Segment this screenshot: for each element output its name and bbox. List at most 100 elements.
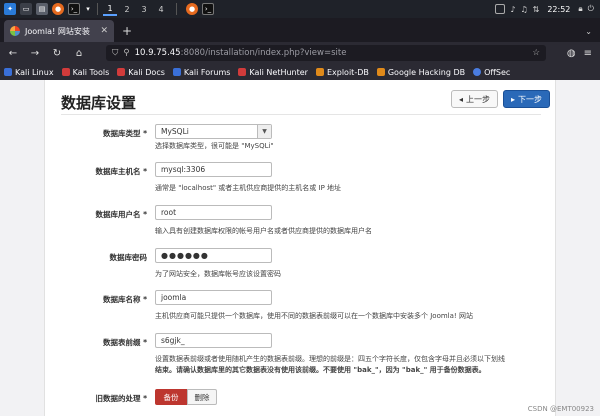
workspace-2[interactable]: 2	[120, 2, 134, 16]
db-password-input[interactable]: ●●●●●●	[155, 248, 272, 263]
bookmark-kali-nethunter[interactable]: Kali NetHunter	[238, 68, 308, 77]
db-name-label: 数据库名称 *	[102, 295, 147, 304]
kali-menu-icon[interactable]: ✦	[4, 3, 16, 15]
bookmark-label: OffSec	[484, 67, 511, 77]
bookmark-kali-docs[interactable]: Kali Docs	[117, 68, 165, 77]
new-tab-icon[interactable]: +	[122, 24, 132, 38]
db-name-input[interactable]: joomla	[155, 290, 272, 305]
files-icon[interactable]: ▤	[36, 3, 48, 15]
old-data-label: 旧数据的处理 *	[95, 394, 147, 403]
bookmark-google-hacking-db[interactable]: Google Hacking DB	[376, 67, 466, 77]
power-icon[interactable]: ⏻	[588, 4, 594, 14]
watermark: CSDN @EMT00923	[527, 405, 594, 413]
backup-button[interactable]: 备份	[155, 389, 187, 405]
tab-list-chevron-icon[interactable]: ⌄	[585, 27, 592, 36]
installer-panel: 数据库设置 ◂ 上一步 ▸ 下一步 数据库类型 * MySQLi ▼ 选择数据库…	[44, 80, 556, 416]
desktop-icon[interactable]: ▭	[20, 3, 32, 15]
kali-linux-icon	[4, 68, 12, 76]
db-prefix-label: 数据表前缀 *	[102, 338, 147, 347]
menu-icon[interactable]: ≡	[584, 48, 592, 59]
back-arrow-icon[interactable]: ←	[4, 48, 22, 59]
db-type-help: 选择数据库类型，很可能是 "MySQLi"	[155, 142, 274, 150]
bookmark-star-icon[interactable]: ☆	[532, 48, 540, 58]
terminal-window-icon[interactable]: ›_	[202, 3, 214, 15]
bookmark-offsec[interactable]: OffSec	[473, 68, 510, 77]
terminal-icon[interactable]: ›_	[68, 3, 80, 15]
os-taskbar: ✦ ▭ ▤ ● ›_ ▾ 1 2 3 4 ● ›_ ♪ ♫ ⇅ 22:52 🔒︎…	[0, 0, 600, 18]
exploit-db-icon	[315, 68, 324, 76]
bookmark-label: Kali Tools	[72, 67, 110, 77]
forward-arrow-icon[interactable]: →	[26, 48, 44, 59]
db-host-input[interactable]: mysql:3306	[155, 162, 272, 177]
db-prefix-input[interactable]: s6gjk_	[155, 333, 272, 348]
tab-title: Joomla! 网站安装	[25, 26, 90, 36]
chevron-down-icon: ▼	[257, 125, 271, 138]
lock-icon[interactable]: 🔒︎	[578, 4, 582, 14]
kali-forums-icon	[172, 68, 181, 76]
kali-docs-icon	[117, 68, 126, 76]
firefox-icon[interactable]: ●	[52, 3, 64, 15]
db-prefix-help-line-1: 设置数据表前缀或者使用随机产生的数据表前缀。理想的前缀是：四五个字符长度，仅包含…	[155, 355, 505, 363]
workspace-1[interactable]: 1	[103, 2, 117, 16]
bookmark-kali-forums[interactable]: Kali Forums	[172, 67, 231, 77]
bookmark-label: Google Hacking DB	[387, 67, 466, 77]
db-host-label: 数据库主机名 *	[95, 167, 147, 176]
db-name-help: 主机供应商可能只提供一个数据库，使用不同的数据表前缀可以在一个数据库中安装多个 …	[155, 312, 473, 320]
workspace-3[interactable]: 3	[137, 2, 151, 16]
browser-nav-bar: ← → ↻ ⌂ ⛉ ⚲ 10.9.75.45 :8080/installatio…	[0, 42, 600, 64]
notification-icon[interactable]: ♫	[520, 5, 527, 14]
bookmark-label: Exploit-DB	[326, 67, 369, 77]
db-user-help: 输入具有创建数据库权限的帐号用户名或者供应商提供的数据库用户名	[155, 227, 372, 235]
bookmark-label: Kali Forums	[183, 67, 231, 77]
nav-right-tools: ◍ ≡	[567, 48, 600, 59]
db-host-value: mysql:3306	[161, 165, 206, 174]
kali-tools-icon	[61, 68, 70, 76]
system-tray: ♪ ♫ ⇅ 22:52 🔒︎ ⏻	[495, 4, 600, 14]
db-prefix-value: s6gjk_	[161, 336, 185, 345]
tab-joomla-install[interactable]: Joomla! 网站安装 ✕	[4, 20, 114, 42]
db-password-label: 数据库密码	[109, 253, 148, 262]
db-password-value: ●●●●●●	[161, 251, 209, 260]
page-info-icon[interactable]: ⚲	[123, 48, 129, 58]
db-password-help: 为了网站安全，数据库帐号应该设置密码	[155, 270, 281, 278]
bookmarks-bar: Kali Linux Kali Tools Kali Docs Kali For…	[0, 64, 600, 80]
arrow-left-icon: ◂	[459, 94, 464, 104]
bookmark-kali-linux[interactable]: Kali Linux	[4, 68, 54, 77]
volume-icon[interactable]: ♪	[510, 5, 515, 14]
network-icon[interactable]: ⇅	[533, 5, 540, 14]
page-title: 数据库设置	[61, 94, 137, 112]
url-path: :8080/installation/index.php?view=site	[180, 48, 347, 58]
clock: 22:52	[547, 4, 571, 14]
bookmark-label: Kali NetHunter	[249, 67, 308, 77]
delete-button[interactable]: 删除	[187, 389, 217, 405]
title-divider	[61, 114, 541, 115]
db-host-help: 通常是 "localhost" 或者主机供应商提供的主机名或 IP 地址	[155, 184, 342, 192]
kali-nethunter-icon	[238, 68, 247, 76]
bookmark-kali-tools[interactable]: Kali Tools	[61, 67, 110, 77]
reload-icon[interactable]: ↻	[48, 48, 66, 59]
db-user-label: 数据库用户名 *	[95, 210, 147, 219]
url-bar[interactable]: ⛉ ⚲ 10.9.75.45 :8080/installation/index.…	[106, 45, 546, 61]
bookmark-exploit-db[interactable]: Exploit-DB	[315, 67, 369, 77]
home-icon[interactable]: ⌂	[70, 48, 88, 59]
firefox-window-icon[interactable]: ●	[186, 3, 198, 15]
arrow-right-icon: ▸	[511, 94, 516, 104]
tab-close-icon[interactable]: ✕	[100, 26, 108, 36]
window-list-icon[interactable]	[495, 4, 506, 14]
pocket-icon[interactable]: ◍	[567, 48, 576, 59]
db-type-select[interactable]: MySQLi ▼	[155, 124, 272, 139]
joomla-favicon-icon	[10, 26, 20, 36]
taskbar-separator	[176, 3, 177, 15]
dropdown-arrow-icon[interactable]: ▾	[84, 3, 92, 15]
db-prefix-help: 设置数据表前缀或者使用随机产生的数据表前缀。理想的前缀是：四五个字符长度，仅包含…	[155, 354, 550, 376]
next-step-button[interactable]: ▸ 下一步	[503, 90, 551, 108]
workspace-4[interactable]: 4	[154, 2, 168, 16]
url-host: 10.9.75.45	[134, 48, 181, 58]
db-user-value: root	[161, 208, 177, 217]
next-step-label: 下一步	[518, 94, 543, 104]
db-user-input[interactable]: root	[155, 205, 272, 220]
db-type-value: MySQLi	[161, 127, 189, 136]
db-type-label: 数据库类型 *	[102, 129, 147, 138]
previous-step-button[interactable]: ◂ 上一步	[451, 90, 499, 108]
shield-icon[interactable]: ⛉	[112, 48, 118, 58]
